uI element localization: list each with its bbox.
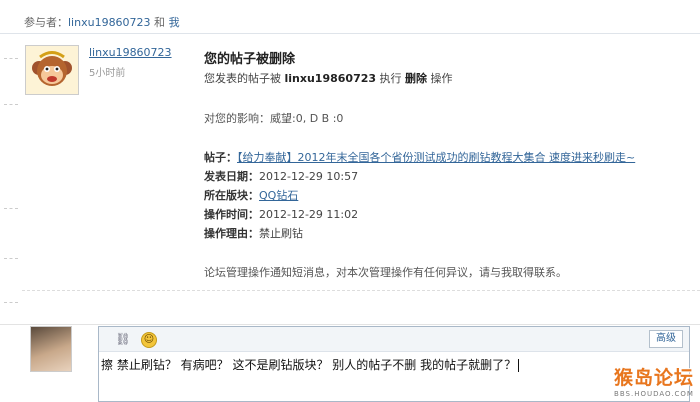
participants-label: 参与者： xyxy=(24,16,68,29)
participants-bar: 参与者：linxu19860723 和 我 xyxy=(0,0,700,34)
message-footer: 论坛管理操作通知短消息，对本次管理操作有任何异议，请与我取得联系。 xyxy=(204,266,567,279)
gutter-divider xyxy=(4,208,18,209)
participant-me-link[interactable]: 我 xyxy=(169,16,180,29)
site-watermark: 猴岛论坛 BBS.HOUDAO.COM xyxy=(614,363,694,398)
board-link[interactable]: QQ钻石 xyxy=(259,189,298,202)
gutter-divider xyxy=(4,58,18,59)
editor-toolbar: ⛓ ☺ 高级 xyxy=(99,327,689,352)
reason-value: 禁止刷钻 xyxy=(259,227,303,240)
gutter-divider xyxy=(4,104,18,105)
sender-avatar[interactable] xyxy=(25,45,79,95)
watermark-logo-text: 猴岛论坛 xyxy=(613,367,694,389)
action-name: 删除 xyxy=(405,72,428,85)
impact-text: 对您的影响：威望:0, D B :0 xyxy=(204,112,344,125)
post-label: 帖子： xyxy=(204,151,237,164)
published-label: 发表日期： xyxy=(204,170,259,183)
published-row: 发表日期：2012-12-29 10:57 xyxy=(204,168,358,184)
op-time-row: 操作时间：2012-12-29 11:02 xyxy=(204,206,358,222)
participant-link[interactable]: linxu19860723 xyxy=(68,16,151,29)
post-title-link[interactable]: 【给力奉献】2012年末全国各个省份测试成功的刷钻教程大集合 速度进来秒刷走~ xyxy=(237,151,635,164)
reason-label: 操作理由： xyxy=(204,227,259,240)
text-caret xyxy=(518,359,520,372)
participants-line: 参与者：linxu19860723 和 我 xyxy=(24,14,180,30)
published-value: 2012-12-29 10:57 xyxy=(259,170,359,183)
body-prefix: 您发表的帖子被 xyxy=(204,72,285,85)
monkey-avatar-icon xyxy=(26,46,78,94)
left-gutter xyxy=(0,34,22,324)
gutter-divider xyxy=(4,302,18,303)
message-body: 您发表的帖子被 linxu19860723 执行 删除 操作 xyxy=(204,70,453,86)
op-time-value: 2012-12-29 11:02 xyxy=(259,208,359,221)
smiley-icon[interactable]: ☺ xyxy=(141,332,157,348)
participants-joiner: 和 xyxy=(150,16,169,29)
advanced-button[interactable]: 高级 xyxy=(649,330,683,348)
post-row: 帖子：【给力奉献】2012年末全国各个省份测试成功的刷钻教程大集合 速度进来秒刷… xyxy=(204,149,635,165)
op-time-label: 操作时间： xyxy=(204,208,259,221)
reply-text-content: 擦 禁止刷钻？ 有病吧？ 这不是刷钻版块？ 别人的帖子不删 我的帖子就删了？ xyxy=(101,358,517,372)
reply-editor[interactable]: ⛓ ☺ 高级 擦 禁止刷钻？ 有病吧？ 这不是刷钻版块？ 别人的帖子不删 我的帖… xyxy=(98,326,690,402)
board-row: 所在版块：QQ钻石 xyxy=(204,187,298,203)
watermark-url: BBS.HOUDAO.COM xyxy=(614,390,694,398)
body-suffix: 操作 xyxy=(427,72,453,85)
link-icon[interactable]: ⛓ xyxy=(115,331,131,347)
reply-textarea[interactable]: 擦 禁止刷钻？ 有病吧？ 这不是刷钻版块？ 别人的帖子不删 我的帖子就删了？ xyxy=(101,356,520,373)
board-label: 所在版块： xyxy=(204,189,259,202)
my-avatar[interactable] xyxy=(30,326,72,372)
body-mid: 执行 xyxy=(376,72,406,85)
message-time: 5小时前 xyxy=(89,68,126,79)
message-title: 您的帖子被删除 xyxy=(204,52,296,67)
notification-message: linxu19860723 5小时前 您的帖子被删除 您发表的帖子被 linxu… xyxy=(22,34,700,291)
reason-row: 操作理由：禁止刷钻 xyxy=(204,225,303,241)
gutter-divider xyxy=(4,258,18,259)
sender-name-link[interactable]: linxu19860723 xyxy=(89,46,172,59)
actor-name: linxu19860723 xyxy=(284,72,377,85)
